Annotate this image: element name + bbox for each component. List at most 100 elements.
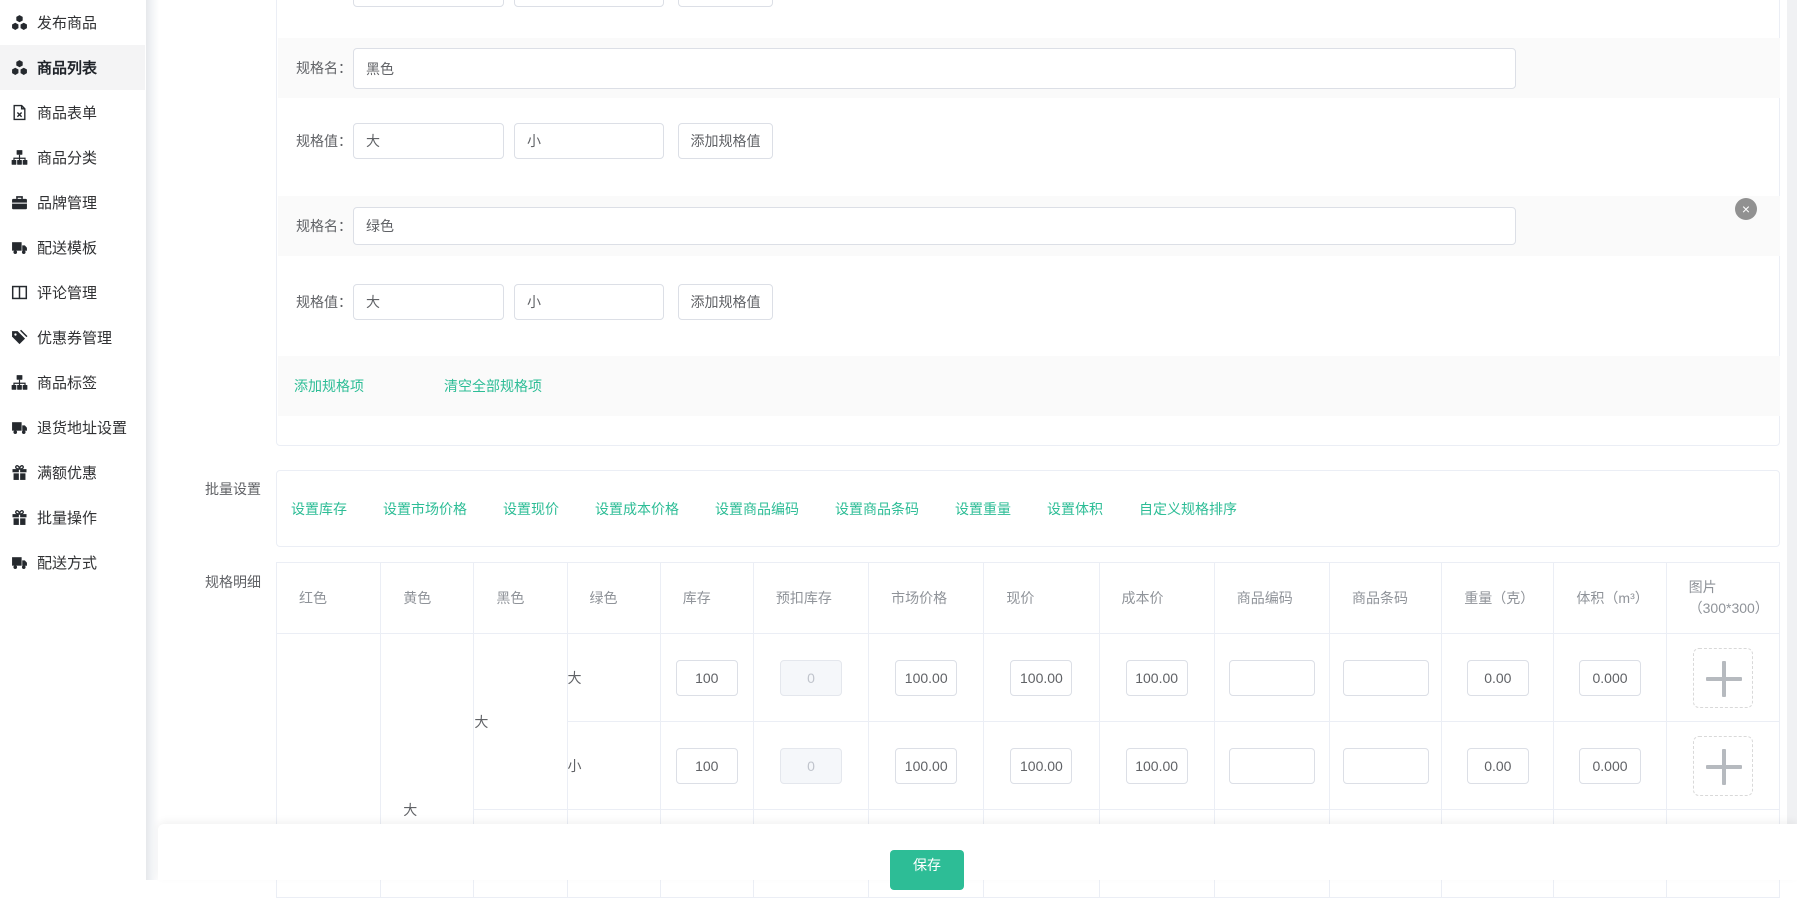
clear-all-spec-groups-link[interactable]: 清空全部规格项	[444, 376, 542, 396]
gift-icon	[11, 509, 28, 526]
bottom-action-bar: 保存	[158, 824, 1797, 880]
frozen-stock-input	[780, 660, 842, 696]
spec-value-input[interactable]	[353, 284, 504, 320]
sidebar-item-brand-management[interactable]: 品牌管理	[0, 180, 145, 225]
product-code-input[interactable]	[1229, 748, 1315, 784]
truck-icon	[11, 419, 28, 436]
spec-detail-label: 规格明细	[205, 572, 261, 592]
sidebar-item-coupon-management[interactable]: 优惠券管理	[0, 315, 145, 360]
sidebar-item-label: 批量操作	[37, 507, 97, 528]
weight-input[interactable]	[1467, 748, 1529, 784]
sitemap-icon	[11, 149, 28, 166]
barcode-input[interactable]	[1343, 660, 1429, 696]
weight-input[interactable]	[1467, 660, 1529, 696]
sidebar-item-shipping-template[interactable]: 配送模板	[0, 225, 145, 270]
column-header-red: 红色	[277, 563, 381, 634]
batch-set-cost-price-link[interactable]: 设置成本价格	[595, 499, 679, 519]
column-header-frozen-stock: 预扣库存	[753, 563, 868, 634]
batch-set-barcode-link[interactable]: 设置商品条码	[835, 499, 919, 519]
green-spec-cell: 大	[567, 634, 660, 722]
sidebar-scrollbar[interactable]	[146, 0, 159, 880]
columns-icon	[11, 284, 28, 301]
sidebar-item-label: 优惠券管理	[37, 327, 112, 348]
gift-icon	[11, 464, 28, 481]
truck-icon	[11, 239, 28, 256]
spec-value-input-partial[interactable]	[514, 0, 664, 7]
sidebar-item-product-list[interactable]: 商品列表	[0, 45, 145, 90]
sidebar-item-publish-product[interactable]: 发布商品	[0, 0, 145, 45]
frozen-stock-input	[780, 748, 842, 784]
sidebar-item-return-address-settings[interactable]: 退货地址设置	[0, 405, 145, 450]
add-spec-value-button[interactable]: 添加规格值	[678, 0, 773, 7]
spec-value-input[interactable]	[353, 123, 504, 159]
spec-value-input[interactable]	[514, 0, 664, 7]
batch-set-weight-link[interactable]: 设置重量	[955, 499, 1011, 519]
save-button[interactable]: 保存	[890, 850, 964, 890]
spec-name-label: 规格名：	[296, 58, 352, 78]
stock-input[interactable]	[676, 660, 738, 696]
spec-value-label: 规格值：	[296, 131, 352, 151]
sidebar-item-label: 发布商品	[37, 12, 97, 33]
tags-icon	[11, 329, 28, 346]
batch-set-market-price-link[interactable]: 设置市场价格	[383, 499, 467, 519]
spec-editor-panel: 添加规格值 规格名： 规格值： 添加规格值 规格名： × 规格值： 添加规格值 …	[276, 0, 1780, 446]
green-spec-cell: 小	[567, 722, 660, 810]
column-header-image: 图片（300*300）	[1666, 563, 1779, 634]
sidebar-item-product-form[interactable]: 商品表单	[0, 90, 145, 135]
spec-value-input[interactable]	[514, 284, 664, 320]
sidebar-item-label: 退货地址设置	[37, 417, 127, 438]
column-header-price: 现价	[984, 563, 1099, 634]
truck-icon	[11, 554, 28, 571]
table-header-row: 红色 黄色 黑色 绿色 库存 预扣库存 市场价格 现价 成本价 商品编码 商品条…	[277, 563, 1780, 634]
image-upload-button[interactable]	[1693, 648, 1753, 708]
cost-price-input[interactable]	[1126, 660, 1188, 696]
price-input[interactable]	[1010, 660, 1072, 696]
plus-icon	[1722, 661, 1726, 697]
sidebar-item-full-discount[interactable]: 满额优惠	[0, 450, 145, 495]
add-spec-value-button-partial[interactable]: 添加规格值	[678, 0, 773, 7]
batch-set-volume-link[interactable]: 设置体积	[1047, 499, 1103, 519]
batch-set-product-code-link[interactable]: 设置商品编码	[715, 499, 799, 519]
add-spec-value-button[interactable]: 添加规格值	[678, 284, 773, 320]
sidebar-item-label: 商品列表	[37, 57, 97, 78]
file-x-icon	[11, 104, 28, 121]
column-header-volume: 体积（m³）	[1554, 563, 1666, 634]
spec-name-input[interactable]	[353, 207, 1516, 245]
sidebar-item-shipping-method[interactable]: 配送方式	[0, 540, 145, 585]
plus-icon	[1722, 749, 1726, 785]
add-spec-value-button[interactable]: 添加规格值	[678, 123, 773, 159]
sidebar-item-product-tags[interactable]: 商品标签	[0, 360, 145, 405]
volume-input[interactable]	[1579, 748, 1641, 784]
add-spec-group-link[interactable]: 添加规格项	[294, 376, 364, 396]
market-price-input[interactable]	[895, 660, 957, 696]
market-price-input[interactable]	[895, 748, 957, 784]
table-row: 大 大 大	[277, 634, 1780, 722]
batch-settings-panel: 设置库存 设置市场价格 设置现价 设置成本价格 设置商品编码 设置商品条码 设置…	[276, 470, 1780, 547]
remove-spec-group-button[interactable]: ×	[1735, 198, 1757, 220]
image-upload-button[interactable]	[1693, 736, 1753, 796]
sidebar-item-label: 评论管理	[37, 282, 97, 303]
sidebar-item-product-category[interactable]: 商品分类	[0, 135, 145, 180]
sidebar-item-review-management[interactable]: 评论管理	[0, 270, 145, 315]
cost-price-input[interactable]	[1126, 748, 1188, 784]
stock-input[interactable]	[676, 748, 738, 784]
batch-custom-spec-sort-link[interactable]: 自定义规格排序	[1139, 499, 1237, 519]
volume-input[interactable]	[1579, 660, 1641, 696]
product-code-input[interactable]	[1229, 660, 1315, 696]
price-input[interactable]	[1010, 748, 1072, 784]
spec-name-input[interactable]	[353, 48, 1516, 89]
page-scrollbar[interactable]	[1787, 0, 1797, 880]
batch-set-stock-link[interactable]: 设置库存	[291, 499, 347, 519]
cubes-icon	[11, 59, 28, 76]
batch-settings-label: 批量设置	[205, 479, 261, 499]
sidebar-item-label: 满额优惠	[37, 462, 97, 483]
sidebar-item-batch-operations[interactable]: 批量操作	[0, 495, 145, 540]
batch-set-price-link[interactable]: 设置现价	[503, 499, 559, 519]
spec-value-label: 规格值：	[296, 292, 352, 312]
barcode-input[interactable]	[1343, 748, 1429, 784]
spec-value-input[interactable]	[353, 0, 504, 7]
spec-value-input[interactable]	[514, 123, 664, 159]
sidebar-item-label: 商品标签	[37, 372, 97, 393]
yellow-spec-value: 大	[403, 801, 417, 819]
spec-value-input-partial[interactable]	[353, 0, 504, 7]
